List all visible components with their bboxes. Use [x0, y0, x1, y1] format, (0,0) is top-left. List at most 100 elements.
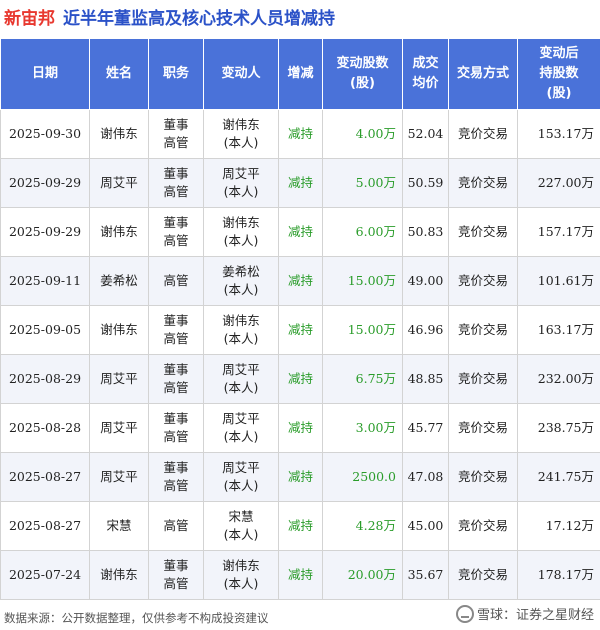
column-header: 职务: [148, 38, 204, 110]
name-cell: 周艾平: [89, 403, 149, 453]
avg-price-cell: 50.83: [402, 207, 449, 257]
shares-changed-cell: 15.00万: [322, 305, 403, 355]
table-row: 2025-09-29 谢伟东 董事 高管 谢伟东 (本人) 减持 6.00万 50.83 竞价交易…: [0, 207, 600, 257]
trade-method-cell: 竞价交易: [448, 403, 518, 453]
shares-after-cell: 163.17万: [517, 305, 600, 355]
table-row: 2025-08-27 周艾平 董事 高管 周艾平 (本人) 减持 2500.0 47.08 竞价交…: [0, 452, 600, 502]
date-cell: 2025-09-29: [0, 207, 90, 257]
trade-method-cell: 竞价交易: [448, 305, 518, 355]
column-header: 姓名: [89, 38, 149, 110]
column-header: 日期: [0, 38, 90, 110]
changer-cell: 宋慧 (本人): [203, 501, 279, 551]
column-header: 成交 均价: [402, 38, 449, 110]
name-cell: 姜希松: [89, 256, 149, 306]
page-title: 新宙邦 近半年董监高及核心技术人员增减持: [0, 0, 600, 33]
column-header: 交易方式: [448, 38, 518, 110]
shares-after-cell: 238.75万: [517, 403, 600, 453]
date-cell: 2025-08-28: [0, 403, 90, 453]
trade-method-cell: 竞价交易: [448, 550, 518, 600]
trade-method-cell: 竞价交易: [448, 354, 518, 404]
name-cell: 周艾平: [89, 452, 149, 502]
date-cell: 2025-09-30: [0, 109, 90, 159]
company-name: 新宙邦: [4, 9, 55, 29]
header-row: 日期 姓名 职务 变动人 增减 变动股数 (股) 成交 均价 交易方式 变动后 持股数 (股): [0, 38, 600, 110]
avg-price-cell: 49.00: [402, 256, 449, 306]
direction-cell: 减持: [278, 256, 323, 306]
trade-method-cell: 竞价交易: [448, 207, 518, 257]
column-header: 变动后 持股数 (股): [517, 38, 600, 110]
role-cell: 董事 高管: [148, 305, 204, 355]
role-cell: 董事 高管: [148, 109, 204, 159]
changer-cell: 周艾平 (本人): [203, 354, 279, 404]
shares-changed-cell: 4.00万: [322, 109, 403, 159]
column-header: 增减: [278, 38, 323, 110]
role-cell: 董事 高管: [148, 403, 204, 453]
table-row: 2025-08-27 宋慧 高管 宋慧 (本人) 减持 4.28万 45.00 竞价交易 17.1…: [0, 501, 600, 551]
trade-method-cell: 竞价交易: [448, 256, 518, 306]
column-header: 变动人: [203, 38, 279, 110]
trade-method-cell: 竞价交易: [448, 501, 518, 551]
table-row: 2025-08-28 周艾平 董事 高管 周艾平 (本人) 减持 3.00万 45.77 竞价交易…: [0, 403, 600, 453]
changer-cell: 姜希松 (本人): [203, 256, 279, 306]
direction-cell: 减持: [278, 207, 323, 257]
shares-changed-cell: 4.28万: [322, 501, 403, 551]
direction-cell: 减持: [278, 550, 323, 600]
shares-changed-cell: 6.00万: [322, 207, 403, 257]
trade-method-cell: 竞价交易: [448, 452, 518, 502]
role-cell: 董事 高管: [148, 354, 204, 404]
column-header: 变动股数 (股): [322, 38, 403, 110]
shares-after-cell: 17.12万: [517, 501, 600, 551]
changer-cell: 谢伟东 (本人): [203, 550, 279, 600]
name-cell: 谢伟东: [89, 109, 149, 159]
shares-after-cell: 232.00万: [517, 354, 600, 404]
shares-after-cell: 227.00万: [517, 158, 600, 208]
role-cell: 高管: [148, 256, 204, 306]
table-row: 2025-09-11 姜希松 高管 姜希松 (本人) 减持 15.00万 49.00 竞价交易 1…: [0, 256, 600, 306]
title-text: 近半年董监高及核心技术人员增减持: [63, 9, 335, 29]
shares-changed-cell: 6.75万: [322, 354, 403, 404]
table-row: 2025-07-24 谢伟东 董事 高管 谢伟东 (本人) 减持 20.00万 35.67 竞价交…: [0, 550, 600, 600]
trade-method-cell: 竞价交易: [448, 158, 518, 208]
name-cell: 谢伟东: [89, 305, 149, 355]
insider-trades-table: 日期 姓名 职务 变动人 增减 变动股数 (股) 成交 均价 交易方式 变动后 持股数 (股) 2025…: [0, 38, 600, 600]
direction-cell: 减持: [278, 158, 323, 208]
direction-cell: 减持: [278, 305, 323, 355]
direction-cell: 减持: [278, 403, 323, 453]
name-cell: 宋慧: [89, 501, 149, 551]
shares-changed-cell: 5.00万: [322, 158, 403, 208]
table-row: 2025-08-29 周艾平 董事 高管 周艾平 (本人) 减持 6.75万 48.85 竞价交易…: [0, 354, 600, 404]
role-cell: 董事 高管: [148, 158, 204, 208]
changer-cell: 周艾平 (本人): [203, 452, 279, 502]
avg-price-cell: 48.85: [402, 354, 449, 404]
changer-cell: 谢伟东 (本人): [203, 207, 279, 257]
avg-price-cell: 45.77: [402, 403, 449, 453]
shares-changed-cell: 20.00万: [322, 550, 403, 600]
shares-changed-cell: 3.00万: [322, 403, 403, 453]
data-source-note: 数据来源：公开数据整理，仅供参考不构成投资建议: [4, 611, 269, 625]
snowball-logo-icon: [455, 604, 474, 623]
watermark-text: 雪球：证券之星财经: [476, 608, 594, 623]
date-cell: 2025-08-27: [0, 501, 90, 551]
direction-cell: 减持: [278, 501, 323, 551]
changer-cell: 周艾平 (本人): [203, 158, 279, 208]
role-cell: 董事 高管: [148, 452, 204, 502]
role-cell: 董事 高管: [148, 207, 204, 257]
name-cell: 谢伟东: [89, 207, 149, 257]
shares-after-cell: 241.75万: [517, 452, 600, 502]
name-cell: 谢伟东: [89, 550, 149, 600]
changer-cell: 谢伟东 (本人): [203, 109, 279, 159]
date-cell: 2025-09-11: [0, 256, 90, 306]
shares-after-cell: 101.61万: [517, 256, 600, 306]
avg-price-cell: 45.00: [402, 501, 449, 551]
watermark: 雪球：证券之星财经: [455, 604, 594, 623]
date-cell: 2025-07-24: [0, 550, 90, 600]
avg-price-cell: 50.59: [402, 158, 449, 208]
shares-changed-cell: 2500.0: [322, 452, 403, 502]
shares-after-cell: 153.17万: [517, 109, 600, 159]
date-cell: 2025-09-05: [0, 305, 90, 355]
table-row: 2025-09-30 谢伟东 董事 高管 谢伟东 (本人) 减持 4.00万 52.04 竞价交易…: [0, 109, 600, 159]
changer-cell: 谢伟东 (本人): [203, 305, 279, 355]
shares-after-cell: 157.17万: [517, 207, 600, 257]
trade-method-cell: 竞价交易: [448, 109, 518, 159]
date-cell: 2025-09-29: [0, 158, 90, 208]
